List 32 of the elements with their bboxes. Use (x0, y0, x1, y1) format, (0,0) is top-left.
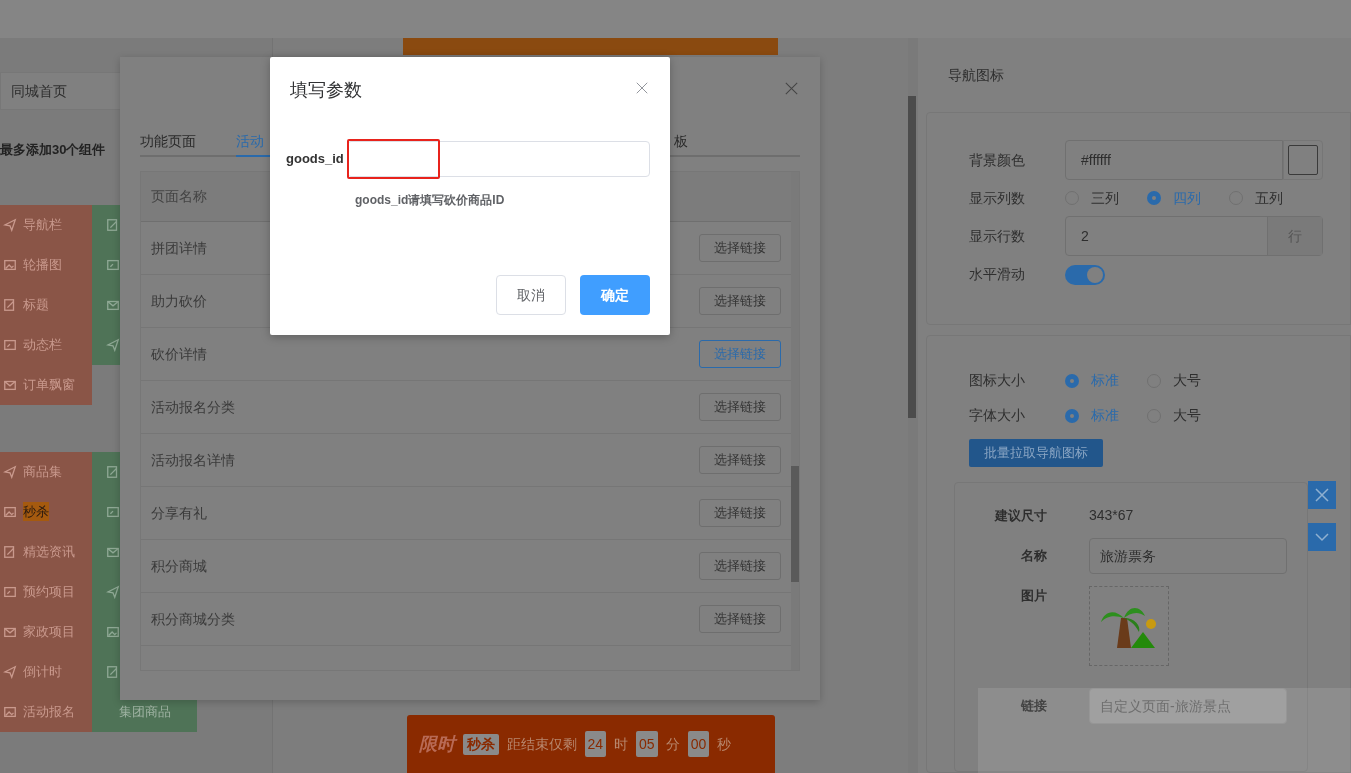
component-hint: 最多添加30个组件 (0, 141, 106, 159)
help-text: goods_id请填写砍价商品ID (355, 192, 506, 209)
field-label: 显示列数 (969, 188, 1026, 208)
field-label: goods_id (286, 150, 345, 169)
table-cell-text: 拼团详情 (151, 238, 207, 258)
field-label: 图片 (1020, 587, 1047, 605)
countdown-unit: 秒 (717, 734, 732, 754)
countdown-unit: 时 (614, 734, 629, 754)
size-value: 343*67 (1089, 506, 1134, 525)
dialog-title: 填写参数 (290, 79, 362, 102)
field-label: 字体大小 (969, 406, 1026, 425)
table-cell-text: 活动报名详情 (151, 450, 235, 470)
table-cell-text: 砍价详情 (151, 344, 207, 364)
field-label: 图标大小 (969, 371, 1026, 390)
field-label: 显示行数 (969, 226, 1026, 246)
field-label: 链接 (1019, 697, 1047, 716)
field-label: 名称 (1020, 547, 1047, 566)
field-label: 水平滑动 (969, 265, 1026, 285)
table-cell-text: 助力砍价 (151, 291, 207, 311)
countdown-label: 距结束仅剩 (506, 734, 577, 754)
countdown-digits: 24 (584, 731, 607, 757)
countdown-digits: 05 (636, 731, 658, 757)
table-cell-text: 积分商城 (151, 556, 207, 576)
table-cell-text: 活动报名分类 (151, 397, 235, 417)
section-title: 导航图标 (947, 65, 1005, 85)
table-cell-text: 分享有礼 (151, 503, 207, 523)
flash-sale-tag: 秒杀 (462, 733, 499, 755)
field-label: 建议尺寸 (993, 506, 1047, 525)
table-cell-text: 积分商城分类 (151, 609, 235, 629)
field-label: 背景颜色 (969, 150, 1026, 170)
countdown-unit: 分 (665, 734, 680, 754)
countdown-digits: 00 (687, 731, 710, 757)
